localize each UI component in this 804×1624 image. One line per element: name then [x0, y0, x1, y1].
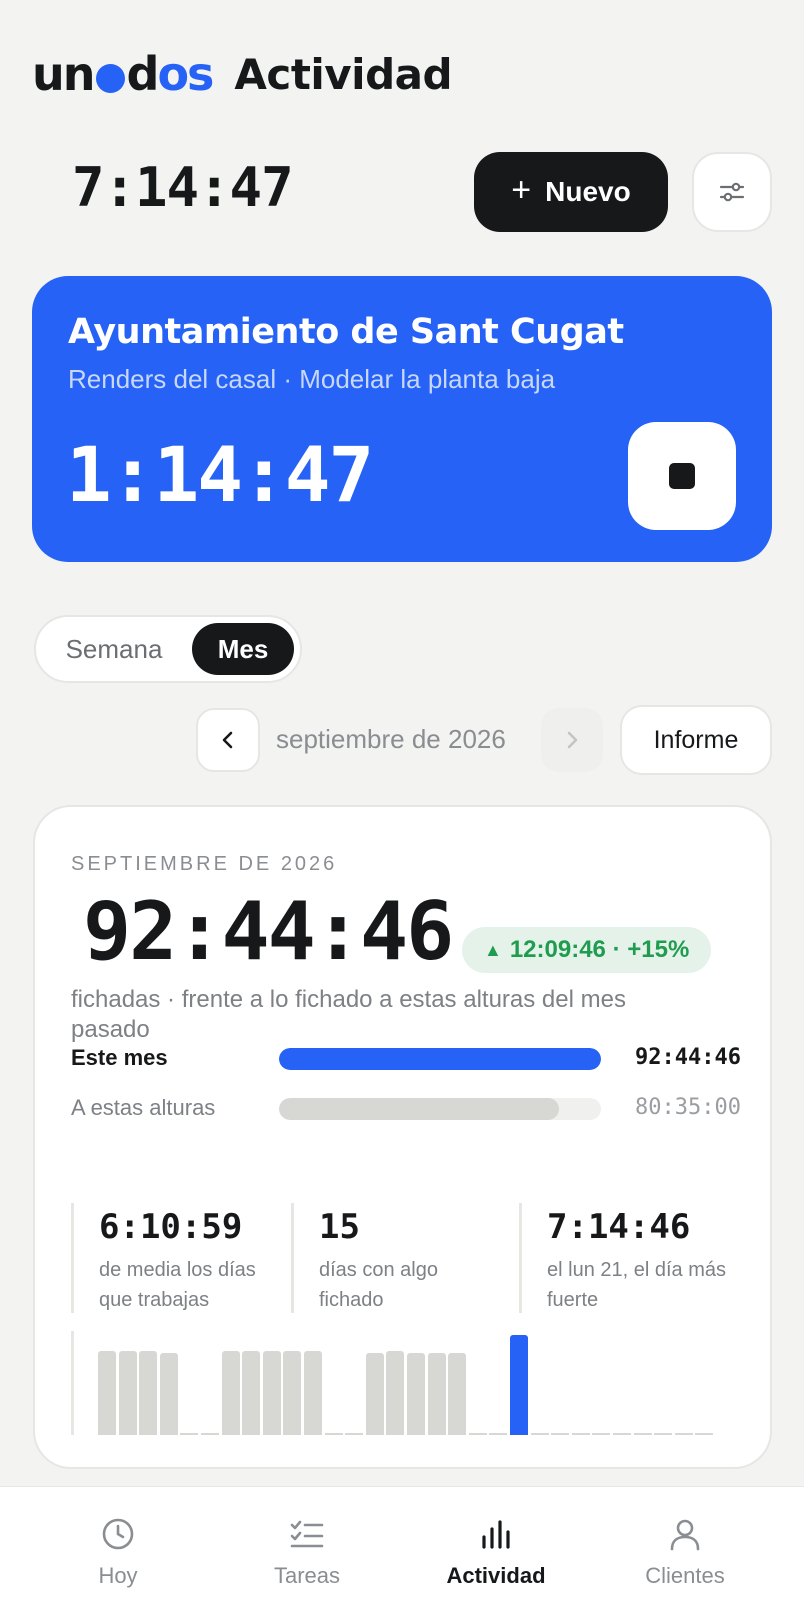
range-week[interactable]: Semana: [42, 623, 186, 675]
summary-period: SEPTIEMBRE DE 2026: [71, 853, 338, 875]
active-timer-card: Ayuntamiento de Sant Cugat Renders del c…: [32, 276, 772, 562]
row-label: Este mes: [71, 1045, 168, 1070]
day-bar: [242, 1351, 261, 1435]
row-value: 80:35:00: [635, 1095, 741, 1120]
new-entry-label: Nuevo: [545, 176, 631, 207]
day-bar: [180, 1433, 199, 1435]
day-bar: [510, 1335, 528, 1435]
day-bar: [386, 1351, 405, 1435]
plus-icon: +: [511, 171, 532, 209]
stat-average: 6:10:59 de media los días que trabajas: [71, 1203, 281, 1313]
app-header: un d os Actividad: [32, 44, 453, 104]
logo-text: d: [126, 47, 160, 101]
day-bar: [345, 1433, 364, 1435]
stat-value: 7:14:46: [547, 1207, 691, 1247]
filter-button[interactable]: [692, 152, 772, 232]
day-bar: [468, 1433, 487, 1435]
stop-icon: [669, 463, 695, 489]
logo-dot: [95, 63, 125, 93]
row-label: A estas alturas: [71, 1095, 216, 1120]
active-elapsed: 1:14:47: [66, 430, 374, 519]
stat-description: días con algo fichado: [319, 1259, 438, 1311]
day-bar: [448, 1353, 467, 1435]
day-bar: [551, 1433, 570, 1435]
day-bar: [571, 1433, 590, 1435]
day-bar: [262, 1351, 281, 1435]
active-task: Renders del casal · Modelar la planta ba…: [68, 364, 556, 394]
tab-hoy[interactable]: Hoy: [43, 1517, 193, 1589]
range-toggle: Semana Mes: [34, 615, 302, 683]
sliders-icon: [719, 182, 745, 202]
comparison-row-previous: A estas alturas 80:35:00: [71, 1093, 741, 1123]
tab-label: Tareas: [273, 1563, 341, 1588]
day-bar: [221, 1351, 240, 1435]
progress-fill: [279, 1098, 559, 1120]
chevron-right-icon: [567, 731, 578, 749]
report-button[interactable]: Informe: [620, 705, 772, 775]
tab-tareas[interactable]: Tareas: [232, 1517, 382, 1589]
day-bar: [304, 1351, 322, 1435]
day-bar: [427, 1353, 446, 1435]
period-label: septiembre de 2026: [276, 724, 506, 754]
stat-description: el lun 21, el día más fuerte: [547, 1259, 726, 1311]
stop-timer-button[interactable]: [628, 422, 736, 530]
day-bar: [654, 1433, 673, 1435]
day-bar: [674, 1433, 693, 1435]
day-bar: [613, 1433, 631, 1435]
progress-track: [279, 1048, 601, 1070]
day-bar: [139, 1351, 158, 1435]
stat-value: 15: [319, 1207, 360, 1247]
day-bar: [324, 1433, 343, 1435]
row-value: 92:44:46: [635, 1045, 741, 1070]
tab-label: Clientes: [645, 1563, 725, 1588]
month-summary-card: SEPTIEMBRE DE 2026 92:44:46 ▲ 12:09:46 ·…: [33, 805, 772, 1469]
new-entry-button[interactable]: + Nuevo: [474, 152, 668, 232]
tab-actividad[interactable]: Actividad: [421, 1517, 571, 1589]
chevron-left-icon: [222, 731, 233, 749]
day-bar: [98, 1351, 116, 1435]
day-bar: [365, 1353, 384, 1435]
tab-label: Actividad: [446, 1563, 546, 1588]
bar-chart-icon: [482, 1520, 510, 1549]
summary-caption: fichadas · frente a lo fichado a estas a…: [71, 986, 626, 1043]
bottom-tab-bar: Hoy Tareas Actividad Clientes: [0, 1486, 804, 1624]
previous-period-button[interactable]: [196, 708, 260, 772]
day-bar: [201, 1433, 219, 1435]
day-bar: [283, 1351, 302, 1435]
logo-text: un: [32, 47, 95, 101]
person-icon: [670, 1519, 700, 1551]
active-client: Ayuntamiento de Sant Cugat: [68, 312, 624, 352]
summary-total: 92:44:46: [83, 885, 454, 978]
checklist-icon: [290, 1520, 324, 1548]
arrow-up-icon: ▲: [484, 939, 502, 960]
page-title: Actividad: [234, 49, 453, 99]
stat-best-day: 7:14:46 el lun 21, el día más fuerte: [519, 1203, 729, 1313]
clock-icon: [102, 1518, 134, 1550]
day-bar: [695, 1433, 714, 1435]
brand-logo: un d os: [32, 47, 214, 101]
next-period-button[interactable]: [541, 708, 603, 772]
delta-badge: ▲ 12:09:46 · +15%: [462, 927, 712, 973]
progress-fill: [279, 1048, 601, 1070]
daily-hours-bars: [71, 1331, 737, 1435]
tab-label: Hoy: [98, 1563, 138, 1588]
logo-text: os: [157, 47, 214, 101]
day-bar: [407, 1353, 425, 1435]
delta-value: 12:09:46 · +15%: [509, 936, 690, 963]
stat-days: 15 días con algo fichado: [291, 1203, 501, 1313]
stat-value: 6:10:59: [99, 1207, 243, 1247]
stat-description: de media los días que trabajas: [99, 1259, 256, 1311]
current-time: 7:14:47: [72, 156, 294, 219]
day-bar: [489, 1433, 508, 1435]
day-bar: [159, 1353, 178, 1435]
day-bar: [633, 1433, 652, 1435]
day-bar: [118, 1351, 137, 1435]
day-bar: [530, 1433, 549, 1435]
range-month[interactable]: Mes: [192, 623, 294, 675]
progress-track: [279, 1098, 601, 1120]
tab-clientes[interactable]: Clientes: [610, 1517, 760, 1589]
comparison-row-current: Este mes 92:44:46: [71, 1043, 741, 1073]
day-bar: [592, 1433, 611, 1435]
